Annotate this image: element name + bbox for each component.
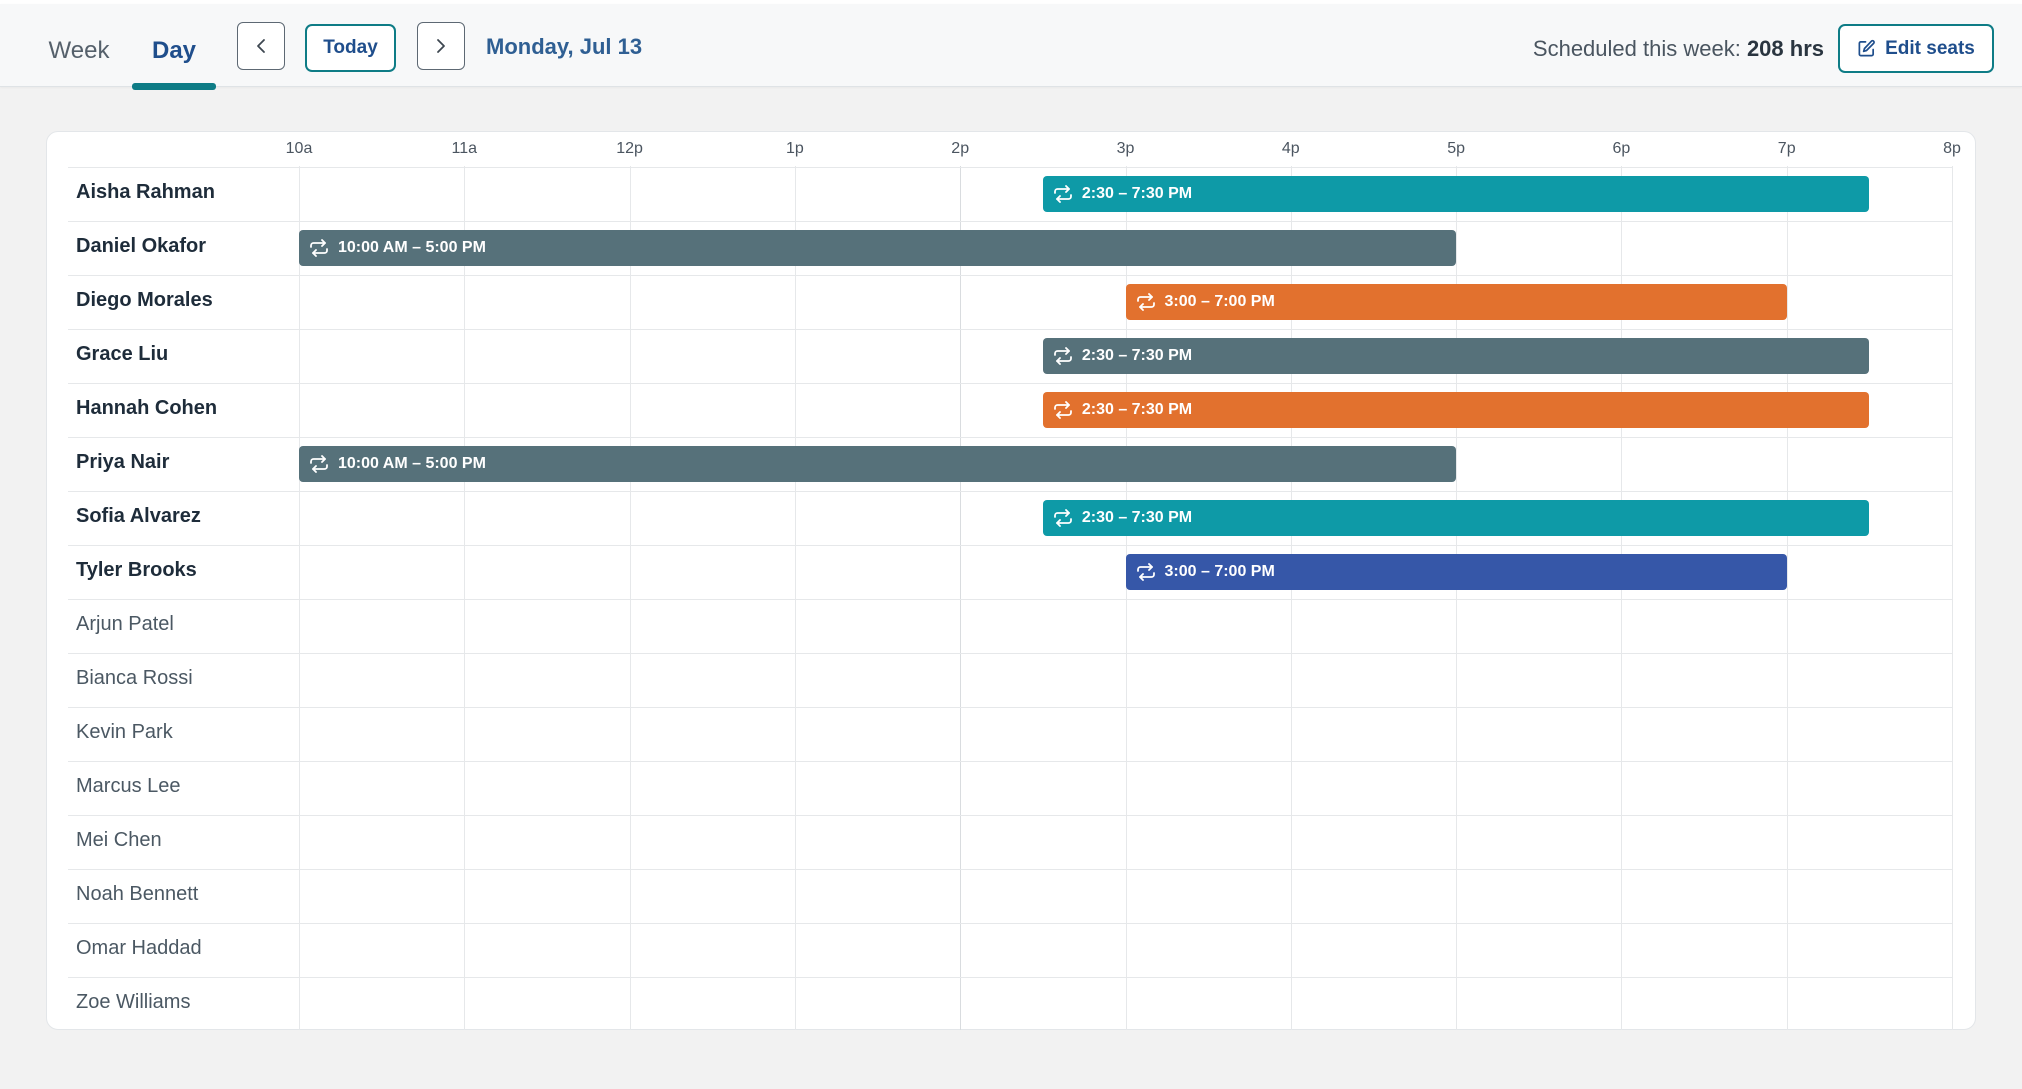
tab-week-label: Week — [48, 37, 110, 64]
chevron-right-icon — [437, 39, 445, 53]
shift-bar[interactable]: 3:00 – 7:00 PM — [1125, 284, 1787, 320]
repeat-icon — [310, 239, 328, 257]
staff-name: Tyler Brooks — [76, 559, 197, 581]
edit-seats-button[interactable]: Edit seats — [1838, 24, 1994, 73]
staff-row — [68, 977, 1952, 1031]
repeat-icon — [1053, 509, 1072, 527]
staff-name: Grace Liu — [76, 343, 169, 365]
repeat-icon — [1136, 293, 1155, 311]
staff-row — [68, 923, 1952, 977]
hour-tick-label: 8p — [1943, 140, 1961, 157]
staff-name: Marcus Lee — [76, 775, 181, 797]
shift-time-label: 2:30 – 7:30 PM — [1081, 401, 1193, 418]
staff-name: Aisha Rahman — [76, 181, 215, 203]
shift-time-label: 2:30 – 7:30 PM — [1081, 347, 1193, 364]
today-button-label: Today — [323, 37, 378, 58]
hour-tick-label: 12p — [616, 140, 643, 157]
shift-bar[interactable]: 10:00 AM – 5:00 PM — [299, 230, 1457, 266]
repeat-icon — [1136, 563, 1155, 581]
hour-gridline — [1952, 166, 1953, 1030]
staff-row — [68, 761, 1952, 815]
next-day-button[interactable] — [417, 22, 465, 70]
edit-icon — [1858, 39, 1876, 57]
hour-tick-label: 4p — [1281, 140, 1300, 157]
staff-name: Omar Haddad — [76, 937, 202, 959]
scheduled-hours-summary: Scheduled this week: 208 hrs — [1533, 36, 1824, 62]
staff-name: Bianca Rossi — [76, 667, 193, 689]
staff-name: Sofia Alvarez — [76, 505, 201, 527]
header-toolbar: Week Day Today Monday, Jul 13 Scheduled … — [0, 4, 2022, 90]
chevron-left-icon — [257, 39, 265, 53]
shift-bar[interactable]: 2:30 – 7:30 PM — [1042, 500, 1870, 536]
scheduled-hours-value: 208 hrs — [1746, 36, 1824, 61]
hour-tick-label: 3p — [1116, 140, 1135, 157]
hour-tick-label: 5p — [1447, 140, 1465, 157]
staff-name: Arjun Patel — [76, 613, 174, 635]
staff-name: Noah Bennett — [76, 883, 199, 905]
previous-day-button[interactable] — [237, 22, 285, 70]
staff-row — [68, 707, 1952, 761]
hour-tick-label: 2p — [951, 140, 970, 157]
staff-row — [68, 653, 1952, 707]
staff-name: Diego Morales — [76, 289, 213, 311]
current-date: Monday, Jul 13 — [486, 34, 643, 59]
shift-bar[interactable]: 2:30 – 7:30 PM — [1042, 338, 1870, 374]
hour-tick-label: 7p — [1777, 140, 1796, 157]
hour-tick-label: 11a — [451, 140, 478, 157]
staff-row — [68, 869, 1952, 923]
hour-tick-label: 1p — [785, 140, 804, 157]
tab-day-label: Day — [151, 37, 197, 64]
shift-time-label: 2:30 – 7:30 PM — [1081, 185, 1193, 202]
repeat-icon — [1053, 347, 1072, 365]
scheduled-hours-label: Scheduled this week: — [1532, 36, 1741, 61]
shift-time-label: 10:00 AM – 5:00 PM — [338, 455, 486, 472]
shift-time-label: 2:30 – 7:30 PM — [1081, 509, 1193, 526]
shift-time-label: 10:00 AM – 5:00 PM — [338, 239, 486, 256]
repeat-icon — [310, 455, 328, 473]
hour-tick-label: 10a — [285, 140, 313, 157]
edit-seats-label: Edit seats — [1885, 37, 1975, 59]
repeat-icon — [1053, 401, 1072, 419]
staff-name: Priya Nair — [76, 451, 170, 473]
active-tab-indicator — [132, 83, 216, 90]
shift-time-label: 3:00 – 7:00 PM — [1164, 563, 1275, 580]
today-button[interactable]: Today — [305, 24, 396, 72]
staff-row — [68, 599, 1952, 653]
staff-name: Mei Chen — [76, 829, 162, 851]
staff-name: Daniel Okafor — [76, 235, 207, 257]
shift-bar[interactable]: 2:30 – 7:30 PM — [1042, 176, 1870, 212]
repeat-icon — [1053, 185, 1072, 203]
shift-bar[interactable]: 2:30 – 7:30 PM — [1042, 392, 1870, 428]
tab-day[interactable]: Day — [132, 4, 216, 90]
hour-tick-label: 6p — [1612, 140, 1631, 157]
shift-bar[interactable]: 10:00 AM – 5:00 PM — [299, 446, 1457, 482]
staff-name: Kevin Park — [76, 721, 173, 743]
shift-time-label: 3:00 – 7:00 PM — [1164, 293, 1275, 310]
shift-bar[interactable]: 3:00 – 7:00 PM — [1125, 554, 1787, 590]
staff-row — [68, 815, 1952, 869]
staff-name: Zoe Williams — [76, 991, 191, 1013]
staff-name: Hannah Cohen — [76, 397, 218, 419]
tab-week[interactable]: Week — [37, 4, 121, 87]
